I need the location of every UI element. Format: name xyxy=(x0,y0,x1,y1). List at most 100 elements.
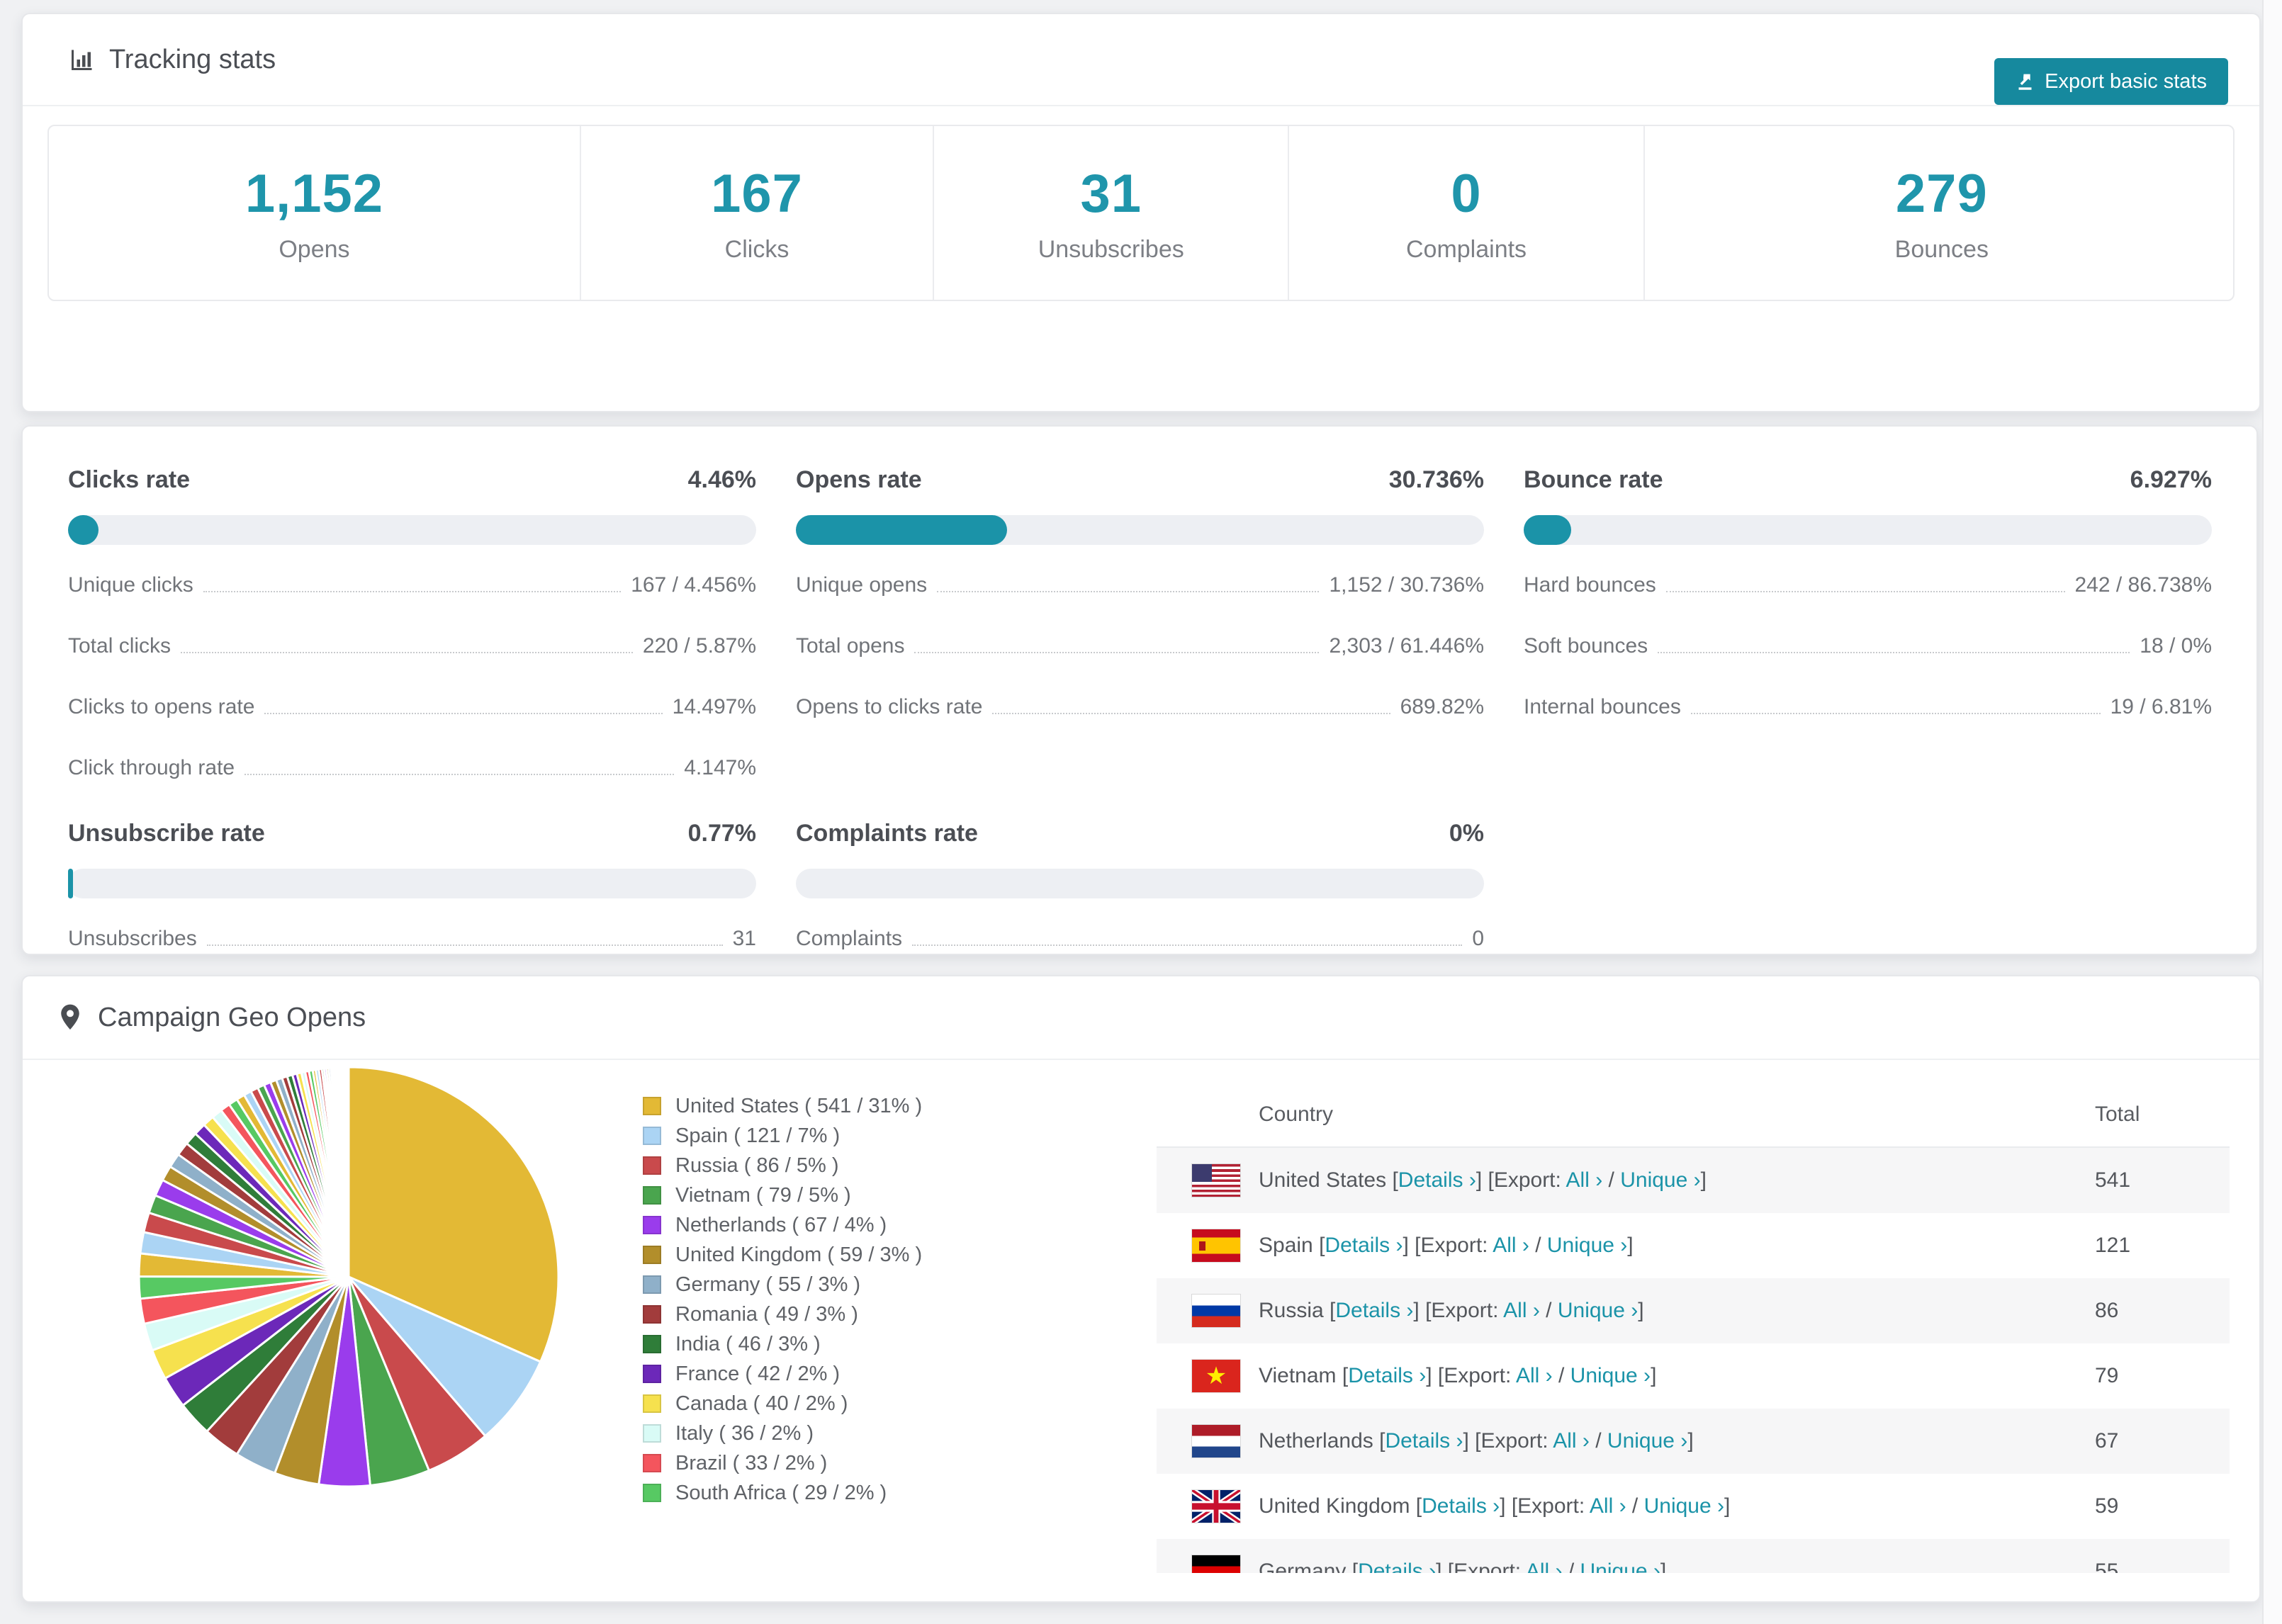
legend-item[interactable]: South Africa ( 29 / 2% ) xyxy=(643,1478,922,1508)
legend-item[interactable]: United States ( 541 / 31% ) xyxy=(643,1091,922,1121)
export-basic-stats-button[interactable]: Export basic stats xyxy=(1994,58,2228,105)
export-all-link[interactable]: All › xyxy=(1553,1429,1590,1453)
bracket-close: ] xyxy=(1638,1299,1644,1322)
legend-item[interactable]: Netherlands ( 67 / 4% ) xyxy=(643,1210,922,1240)
stat-label: Opens xyxy=(279,235,350,263)
rate-card-header: Opens rate 30.736% xyxy=(796,466,1484,494)
rate-card: Unsubscribe rate 0.77% Unsubscribes 31 xyxy=(68,820,756,951)
legend-item[interactable]: Spain ( 121 / 7% ) xyxy=(643,1121,922,1151)
export-unique-link[interactable]: Unique › xyxy=(1558,1299,1638,1322)
details-link[interactable]: Details › xyxy=(1325,1234,1403,1257)
rate-progress-bar xyxy=(796,869,1484,898)
export-unique-link[interactable]: Unique › xyxy=(1570,1364,1651,1387)
export-unique-link[interactable]: Unique › xyxy=(1580,1560,1660,1573)
export-all-link[interactable]: All › xyxy=(1503,1299,1540,1322)
tracking-stats-header: Tracking stats Export basic stats xyxy=(23,14,2259,106)
bracket-close: ] xyxy=(1651,1364,1657,1387)
country-links: Russia [Details ›] [Export: All › / Uniq… xyxy=(1259,1299,1644,1323)
rate-title: Unsubscribe rate xyxy=(68,820,265,847)
table-row: Germany [Details ›] [Export: All › / Uni… xyxy=(1157,1539,2230,1573)
rate-detail-label: Complaints xyxy=(796,927,903,950)
table-row: Spain [Details ›] [Export: All › / Uniqu… xyxy=(1157,1213,2230,1278)
rate-card-header: Unsubscribe rate 0.77% xyxy=(68,820,756,847)
stat-cell-unsubscribes: 31 Unsubscribes xyxy=(934,126,1290,300)
country-name: Vietnam xyxy=(1259,1364,1342,1387)
legend-item[interactable]: India ( 46 / 3% ) xyxy=(643,1329,922,1359)
legend-item[interactable]: Italy ( 36 / 2% ) xyxy=(643,1419,922,1448)
export-unique-link[interactable]: Unique › xyxy=(1607,1429,1687,1453)
rate-title: Bounce rate xyxy=(1524,466,1663,493)
rate-detail-value: 689.82% xyxy=(1400,695,1484,718)
details-link[interactable]: Details › xyxy=(1422,1494,1500,1518)
details-link[interactable]: Details › xyxy=(1398,1168,1476,1192)
legend-item[interactable]: France ( 42 / 2% ) xyxy=(643,1359,922,1389)
separator: / xyxy=(1602,1168,1621,1192)
rate-value: 6.927% xyxy=(2130,466,2212,493)
rate-title: Complaints rate xyxy=(796,820,978,847)
rate-detail-label: Opens to clicks rate xyxy=(796,695,983,718)
flag-icon-es xyxy=(1192,1229,1240,1262)
details-link[interactable]: Details › xyxy=(1335,1299,1413,1322)
rate-detail-rows: Unique clicks 167 / 4.456% Total clicks 220… xyxy=(68,573,756,780)
export-all-link[interactable]: All › xyxy=(1493,1234,1529,1257)
export-all-link[interactable]: All › xyxy=(1590,1494,1626,1518)
details-link[interactable]: Details › xyxy=(1358,1560,1436,1573)
rate-detail-rows: Unique opens 1,152 / 30.736% Total opens 2,… xyxy=(796,573,1484,719)
legend-item[interactable]: Canada ( 40 / 2% ) xyxy=(643,1389,922,1419)
total-cell: 86 xyxy=(2095,1299,2119,1322)
export-all-link[interactable]: All › xyxy=(1516,1364,1553,1387)
country-cell: Spain [Details ›] [Export: All › / Uniqu… xyxy=(1157,1229,2095,1262)
export-all-link[interactable]: All › xyxy=(1526,1560,1563,1573)
details-link[interactable]: Details › xyxy=(1348,1364,1426,1387)
legend-item[interactable]: Germany ( 55 / 3% ) xyxy=(643,1270,922,1299)
legend-label: Italy ( 36 / 2% ) xyxy=(675,1421,814,1445)
dotted-leader xyxy=(206,944,723,946)
rate-detail-row: Total opens 2,303 / 61.446% xyxy=(796,634,1484,658)
legend-label: Spain ( 121 / 7% ) xyxy=(675,1124,841,1147)
country-links: United Kingdom [Details ›] [Export: All … xyxy=(1259,1494,1730,1518)
bracket-close: ] xyxy=(1660,1560,1667,1573)
country-links: Spain [Details ›] [Export: All › / Uniqu… xyxy=(1259,1234,1634,1258)
export-all-link[interactable]: All › xyxy=(1566,1168,1603,1192)
legend-item[interactable]: United Kingdom ( 59 / 3% ) xyxy=(643,1240,922,1270)
legend-label: Brazil ( 33 / 2% ) xyxy=(675,1451,828,1474)
pie-slice[interactable] xyxy=(347,1066,350,1278)
export-unique-link[interactable]: Unique › xyxy=(1644,1494,1724,1518)
bracket: [ xyxy=(1342,1364,1349,1387)
legend-label: France ( 42 / 2% ) xyxy=(675,1362,841,1385)
rate-detail-row: Soft bounces 18 / 0% xyxy=(1524,634,2212,658)
legend-item[interactable]: Brazil ( 33 / 2% ) xyxy=(643,1448,922,1478)
total-cell: 121 xyxy=(2095,1234,2131,1257)
rate-card: Clicks rate 4.46% Unique clicks 167 / 4.456… xyxy=(68,466,756,780)
stat-cell-clicks: 167 Clicks xyxy=(581,126,935,300)
stat-label: Unsubscribes xyxy=(1038,235,1184,263)
export-label: ] [Export: xyxy=(1403,1234,1493,1257)
legend-label: Vietnam ( 79 / 5% ) xyxy=(675,1183,851,1207)
legend-swatch xyxy=(643,1216,661,1234)
separator: / xyxy=(1626,1494,1644,1518)
tracking-stats-panel: Tracking stats Export basic stats 1,152 O… xyxy=(21,13,2261,412)
legend-swatch xyxy=(643,1365,661,1383)
stats-row: 1,152 Opens 167 Clicks 31 Unsubscribes 0 Compla… xyxy=(47,125,2235,301)
stat-cell-opens: 1,152 Opens xyxy=(49,126,581,300)
dotted-leader xyxy=(992,713,1390,714)
export-unique-link[interactable]: Unique › xyxy=(1547,1234,1627,1257)
export-unique-link[interactable]: Unique › xyxy=(1620,1168,1700,1192)
rate-progress-fill xyxy=(1524,515,1572,545)
rate-detail-value: 18 / 0% xyxy=(2140,634,2212,658)
country-name: Russia xyxy=(1259,1299,1330,1322)
bar-chart-icon xyxy=(69,47,95,72)
legend-swatch xyxy=(643,1127,661,1145)
separator: / xyxy=(1589,1429,1607,1453)
legend-item[interactable]: Russia ( 86 / 5% ) xyxy=(643,1151,922,1180)
legend-item[interactable]: Romania ( 49 / 3% ) xyxy=(643,1299,922,1329)
page-scrollbar[interactable] xyxy=(2262,0,2282,1624)
stat-value: 279 xyxy=(1895,163,1988,224)
legend-swatch xyxy=(643,1097,661,1115)
details-link[interactable]: Details › xyxy=(1385,1429,1463,1453)
legend-swatch xyxy=(643,1454,661,1472)
table-row: Russia [Details ›] [Export: All › / Uniq… xyxy=(1157,1278,2230,1343)
legend-item[interactable]: Vietnam ( 79 / 5% ) xyxy=(643,1180,922,1210)
rate-detail-value: 0 xyxy=(1472,927,1484,950)
legend-label: India ( 46 / 3% ) xyxy=(675,1332,821,1355)
